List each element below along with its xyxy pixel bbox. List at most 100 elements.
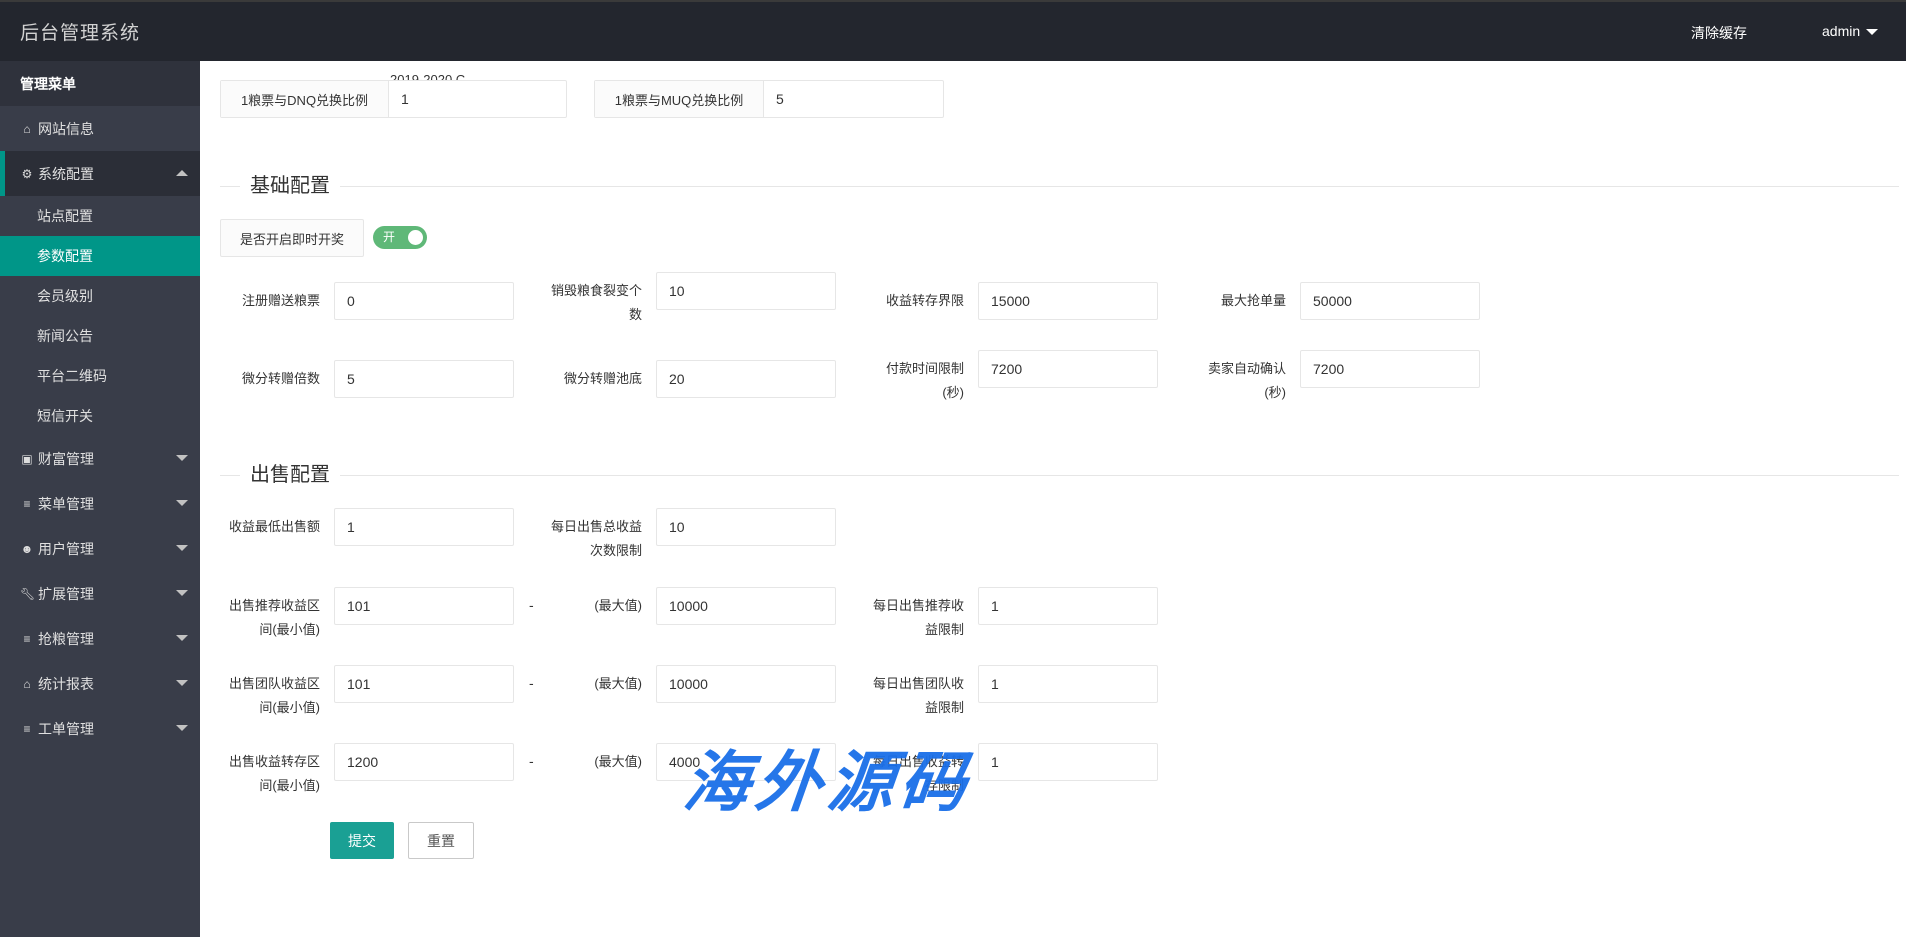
field-team-max: (最大值) 10000 [547, 665, 836, 703]
referral-max-input[interactable]: 10000 [656, 587, 836, 625]
sidebar-item-label: 用户管理 [38, 540, 94, 557]
muq-ratio-label: 1粮票与MUQ兑换比例 [595, 81, 764, 117]
watermark: 海外源码 [680, 745, 976, 819]
dnq-ratio-label: 1粮票与DNQ兑换比例 [221, 81, 389, 117]
section-title: 基础配置 [240, 173, 340, 199]
field-label: 销毁粮食裂变个数 [550, 283, 642, 322]
destroy-fission-input[interactable]: 10 [656, 272, 836, 310]
field-label: (最大值) [594, 598, 642, 613]
dnq-ratio-input[interactable]: 1 [389, 81, 566, 117]
chevron-down-icon [176, 545, 188, 551]
sidebar-subitem-sms[interactable]: 短信开关 [0, 396, 200, 436]
sidebar-item-reports[interactable]: ⌂ 统计报表 [0, 661, 200, 706]
sidebar-item-grab[interactable]: ≡ 抢粮管理 [0, 616, 200, 661]
sidebar-item-menu[interactable]: ≡ 菜单管理 [0, 481, 200, 526]
sidebar-subitem-param-config[interactable]: 参数配置 [0, 236, 200, 276]
reset-button[interactable]: 重置 [408, 822, 474, 859]
sidebar-item-tickets[interactable]: ≡ 工单管理 [0, 706, 200, 751]
clipped-text: 2019-2020 C [390, 72, 466, 80]
transfer-limit-input[interactable]: 15000 [978, 282, 1158, 320]
payment-time-input[interactable]: 7200 [978, 350, 1158, 388]
field-referral-min: 出售推荐收益区间(最小值) 101 [225, 587, 514, 637]
gift-pool-input[interactable]: 20 [656, 360, 836, 398]
field-max-grab: 最大抢单量 50000 [1191, 282, 1480, 320]
instant-draw-toggle[interactable]: 开 [373, 226, 427, 249]
sidebar-subitem-member-level[interactable]: 会员级别 [0, 276, 200, 316]
sidebar-item-label: 财富管理 [38, 450, 94, 467]
field-label: 每日出售团队收益限制 [872, 676, 964, 715]
chevron-down-icon [176, 455, 188, 461]
field-transfer-limit: 收益转存界限 15000 [869, 282, 1158, 320]
field-label: 付款时间限制(秒) [885, 361, 964, 400]
list-icon: ≡ [23, 631, 31, 646]
daily-transfer-limit-input[interactable]: 1 [978, 743, 1158, 781]
sidebar-item-users[interactable]: ☻ 用户管理 [0, 526, 200, 571]
sidebar-item-wealth[interactable]: ▣ 财富管理 [0, 436, 200, 481]
sidebar-item-extensions[interactable]: 🔧︎ 扩展管理 [0, 571, 200, 616]
username: admin [1822, 23, 1861, 39]
daily-referral-limit-input[interactable]: 1 [978, 587, 1158, 625]
toggle-knob [408, 230, 423, 245]
user-menu[interactable]: admin [1822, 23, 1879, 39]
gift-multiple-input[interactable]: 5 [334, 360, 514, 398]
sidebar-item-label: 抢粮管理 [38, 630, 94, 647]
chevron-up-icon [176, 170, 188, 176]
sidebar-item-label: 扩展管理 [38, 585, 94, 602]
sidebar-item-label: 菜单管理 [38, 495, 94, 512]
sidebar-item-system-config[interactable]: ⚙ 系统配置 [0, 151, 200, 196]
section-title: 出售配置 [240, 462, 340, 488]
referral-min-input[interactable]: 101 [334, 587, 514, 625]
dnq-ratio-group: 1粮票与DNQ兑换比例 1 [220, 80, 567, 118]
chevron-down-icon [1866, 29, 1879, 36]
muq-ratio-input[interactable]: 5 [764, 81, 943, 117]
auto-confirm-input[interactable]: 7200 [1300, 350, 1480, 388]
sidebar-subitem-site-config[interactable]: 站点配置 [0, 196, 200, 236]
field-label: 出售收益转存区间(最小值) [228, 754, 320, 793]
field-label: 收益转存界限 [885, 293, 964, 308]
gears-icon: ⚙ [21, 166, 33, 181]
field-payment-time: 付款时间限制(秒) 7200 [869, 350, 1158, 400]
chevron-down-icon [176, 500, 188, 506]
register-gift-input[interactable]: 0 [334, 282, 514, 320]
team-max-input[interactable]: 10000 [656, 665, 836, 703]
chevron-down-icon [176, 635, 188, 641]
field-min-sale: 收益最低出售额 1 [225, 508, 514, 546]
field-label: 每日出售总收益次数限制 [550, 519, 642, 558]
min-sale-input[interactable]: 1 [334, 508, 514, 546]
sidebar-item-label: 工单管理 [38, 720, 94, 737]
muq-ratio-group: 1粮票与MUQ兑换比例 5 [594, 80, 944, 118]
sidebar-item-label: 系统配置 [38, 165, 94, 182]
top-header: 后台管理系统 清除缓存 admin [0, 0, 1906, 61]
clear-cache-link[interactable]: 清除缓存 [1691, 23, 1747, 43]
field-auto-confirm: 卖家自动确认(秒) 7200 [1191, 350, 1480, 400]
chevron-down-icon [176, 725, 188, 731]
list-icon: ≡ [23, 496, 31, 511]
sale-config-section: 出售配置 [220, 462, 1899, 488]
field-daily-sale-count: 每日出售总收益次数限制 10 [547, 508, 836, 558]
field-label: 收益最低出售额 [228, 519, 320, 534]
field-label: 微分转赠倍数 [241, 371, 320, 386]
field-label: (最大值) [594, 676, 642, 691]
daily-sale-count-input[interactable]: 10 [656, 508, 836, 546]
team-min-input[interactable]: 101 [334, 665, 514, 703]
sidebar-item-site-info[interactable]: ⌂ 网站信息 [0, 106, 200, 151]
transfer-min-input[interactable]: 1200 [334, 743, 514, 781]
sidebar-subitem-news[interactable]: 新闻公告 [0, 316, 200, 356]
sidebar: 管理菜单 ⌂ 网站信息 ⚙ 系统配置 站点配置 参数配置 会员级别 新闻公告 平台二… [0, 61, 200, 937]
field-label: (最大值) [594, 754, 642, 769]
field-transfer-min: 出售收益转存区间(最小值) 1200 [225, 743, 514, 793]
range-dash: - [529, 597, 534, 613]
field-label: 每日出售推荐收益限制 [872, 598, 964, 637]
app-title: 后台管理系统 [20, 23, 141, 44]
field-label: 卖家自动确认(秒) [1207, 361, 1286, 400]
sidebar-subitem-qrcode[interactable]: 平台二维码 [0, 356, 200, 396]
max-grab-input[interactable]: 50000 [1300, 282, 1480, 320]
range-dash: - [529, 753, 534, 769]
field-label: 出售团队收益区间(最小值) [228, 676, 320, 715]
field-daily-team-limit: 每日出售团队收益限制 1 [869, 665, 1158, 715]
field-team-min: 出售团队收益区间(最小值) 101 [225, 665, 514, 715]
daily-team-limit-input[interactable]: 1 [978, 665, 1158, 703]
wrench-icon: 🔧︎ [20, 586, 36, 601]
submit-button[interactable]: 提交 [330, 822, 394, 859]
sidebar-heading: 管理菜单 [0, 61, 200, 106]
